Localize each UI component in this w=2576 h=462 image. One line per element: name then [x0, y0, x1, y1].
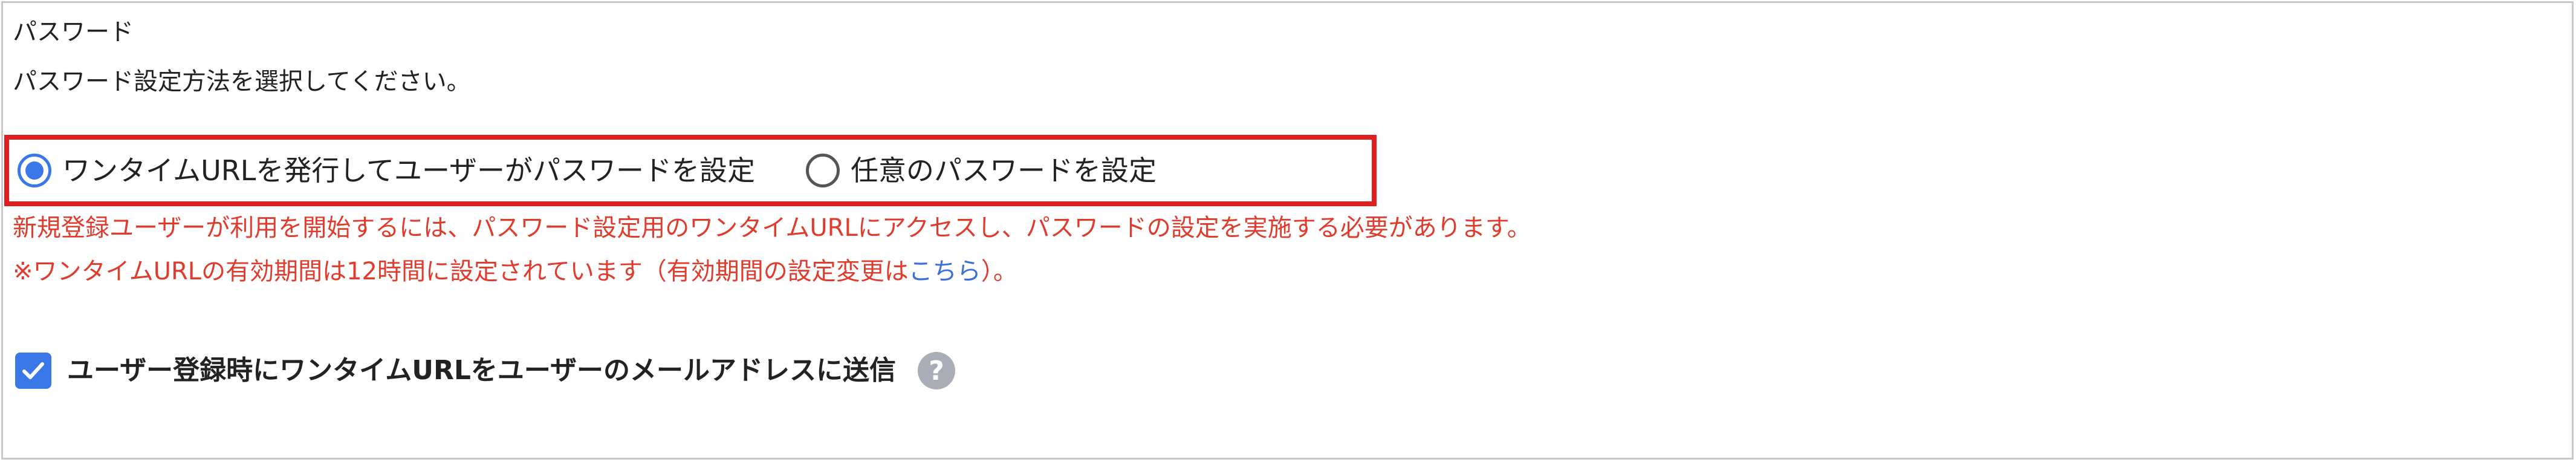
password-settings-panel: パスワード パスワード設定方法を選択してください。 ワンタイムURLを発行してユ… — [1, 1, 2574, 460]
notice-line-2: ※ワンタイムURLの有効期間は12時間に設定されています（有効期間の設定変更はこ… — [13, 253, 1017, 290]
notice-line-2-prefix: ※ワンタイムURLの有効期間は12時間に設定されています（有効期間の設定変更は — [13, 258, 909, 285]
send-email-label[interactable]: ユーザー登録時にワンタイムURLをユーザーのメールアドレスに送信 — [67, 353, 896, 389]
radio-option-custom-password[interactable]: 任意のパスワードを設定 — [806, 140, 1157, 201]
question-circle-icon[interactable]: ? — [918, 352, 956, 389]
radio-option-onetime-url[interactable]: ワンタイムURLを発行してユーザーがパスワードを設定 — [18, 140, 755, 201]
radio-label-custom-password: 任意のパスワードを設定 — [851, 154, 1157, 187]
section-title: パスワード — [13, 18, 134, 46]
notice-line-2-suffix: ）。 — [981, 258, 1017, 285]
section-description: パスワード設定方法を選択してください。 — [13, 68, 471, 96]
radio-label-onetime-url: ワンタイムURLを発行してユーザーがパスワードを設定 — [62, 154, 756, 187]
send-email-option: ユーザー登録時にワンタイムURLをユーザーのメールアドレスに送信 ? — [15, 349, 956, 392]
send-email-checkbox[interactable] — [15, 353, 51, 389]
radio-unchecked-icon[interactable] — [806, 154, 840, 187]
password-method-radio-group: ワンタイムURLを発行してユーザーがパスワードを設定 任意のパスワードを設定 — [4, 135, 1377, 206]
radio-checked-icon[interactable] — [18, 154, 51, 187]
checkmark-icon — [22, 362, 44, 379]
notice-line-1: 新規登録ユーザーが利用を開始するには、パスワード設定用のワンタイムURLにアクセ… — [13, 214, 1531, 242]
validity-settings-link[interactable]: こちら — [909, 258, 981, 285]
